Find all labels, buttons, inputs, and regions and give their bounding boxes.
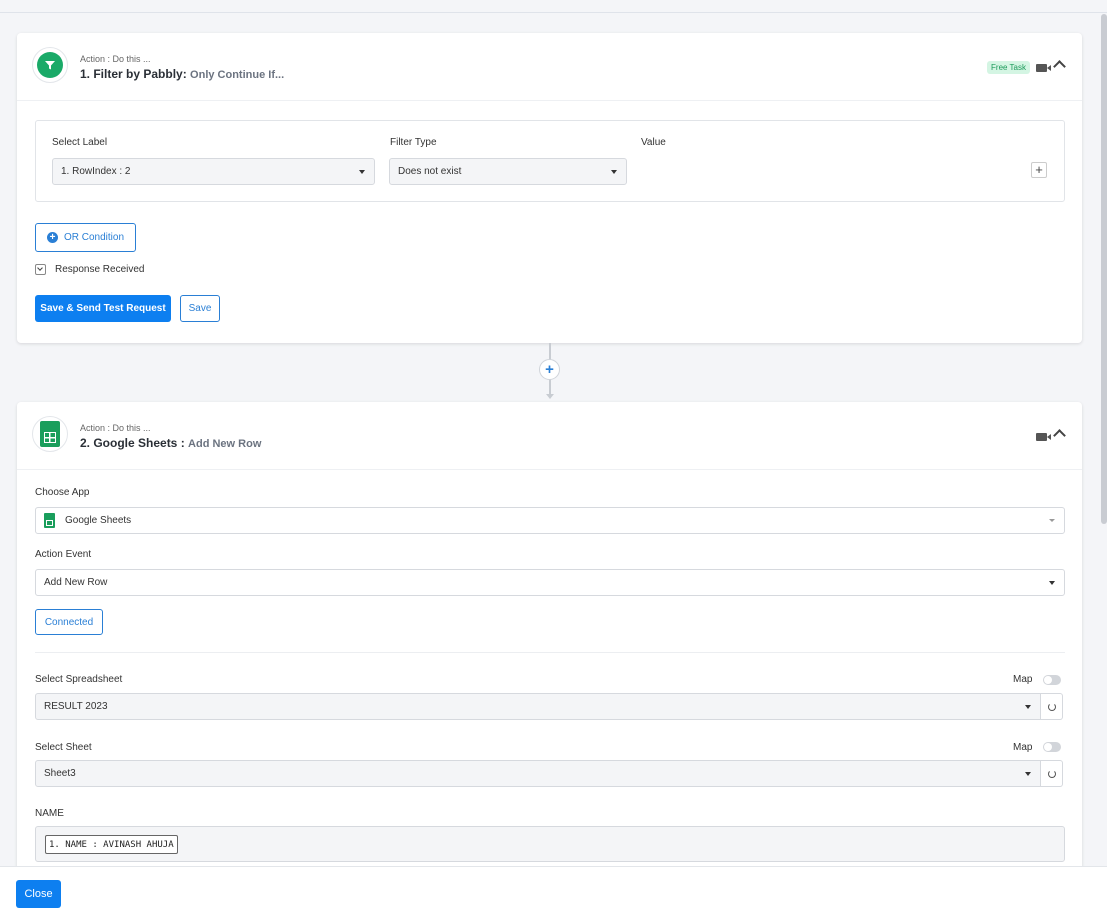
- refresh-sheet-button[interactable]: [1041, 760, 1063, 787]
- select-label-value: 1. RowIndex : 2: [61, 166, 131, 177]
- filter-app-icon: [32, 47, 68, 83]
- name-field-label: NAME: [35, 808, 64, 819]
- sheet-dropdown[interactable]: Sheet3: [35, 760, 1041, 787]
- choose-app-label: Choose App: [35, 487, 90, 498]
- name-input[interactable]: 1. NAME : AVINASH AHUJA: [35, 826, 1065, 862]
- refresh-icon: [1047, 769, 1056, 778]
- choose-app-dropdown[interactable]: Google Sheets: [35, 507, 1065, 534]
- response-received-label: Response Received: [55, 264, 145, 275]
- action-event-label: Action Event: [35, 549, 92, 560]
- google-sheets-icon: [40, 421, 60, 447]
- filter-step-card: Action : Do this ... 1. Filter by Pabbly…: [17, 33, 1082, 343]
- caret-down-icon: [611, 170, 617, 174]
- connector-arrow-icon: [546, 394, 554, 399]
- value-label: Value: [641, 137, 666, 148]
- filter-icon: [37, 52, 63, 78]
- response-received-row[interactable]: Response Received: [35, 264, 145, 275]
- google-sheets-icon: [44, 513, 55, 528]
- add-step-button[interactable]: +: [539, 359, 560, 380]
- step-description: Only Continue If...: [190, 69, 285, 81]
- caret-down-icon: [359, 170, 365, 174]
- sheet-map-toggle[interactable]: [1043, 742, 1061, 752]
- top-divider: [0, 12, 1107, 13]
- step-title: 1. Filter by Pabbly: Only Continue If...: [80, 67, 284, 81]
- filter-type-dropdown[interactable]: Does not exist: [389, 158, 627, 185]
- caret-down-icon: [1025, 772, 1031, 776]
- caret-down-icon: [1025, 705, 1031, 709]
- spreadsheet-value: RESULT 2023: [44, 701, 108, 712]
- filter-type-label: Filter Type: [390, 137, 437, 148]
- chevron-up-icon[interactable]: [1053, 60, 1066, 73]
- section-divider: [35, 652, 1065, 653]
- plus-circle-icon: +: [47, 232, 58, 243]
- map-label: Map: [1013, 742, 1033, 753]
- spreadsheet-dropdown[interactable]: RESULT 2023: [35, 693, 1041, 720]
- step-title-text: 1. Filter by Pabbly:: [80, 67, 187, 81]
- step-title-text: 2. Google Sheets :: [80, 436, 185, 450]
- select-sheet-label: Select Sheet: [35, 742, 92, 753]
- caret-down-icon: [1049, 519, 1055, 522]
- connected-button[interactable]: Connected: [35, 609, 103, 635]
- filter-condition-box: Select Label Filter Type Value 1. RowInd…: [35, 120, 1065, 202]
- free-task-badge: Free Task: [987, 61, 1030, 74]
- footer-bar: Close: [0, 866, 1107, 920]
- video-icon[interactable]: [1036, 64, 1051, 72]
- choose-app-value: Google Sheets: [65, 515, 132, 526]
- or-condition-button[interactable]: + OR Condition: [35, 223, 136, 252]
- caret-down-icon: [1049, 581, 1055, 585]
- map-label: Map: [1013, 674, 1033, 685]
- step-title: 2. Google Sheets : Add New Row: [80, 436, 261, 450]
- spreadsheet-map-toggle[interactable]: [1043, 675, 1061, 685]
- select-label-label: Select Label: [52, 137, 108, 148]
- action-event-value: Add New Row: [44, 577, 108, 588]
- google-sheets-step-card: Action : Do this ... 2. Google Sheets : …: [17, 402, 1082, 872]
- action-event-dropdown[interactable]: Add New Row: [35, 569, 1065, 596]
- step-subtitle: Action : Do this ...: [80, 54, 151, 64]
- select-spreadsheet-label: Select Spreadsheet: [35, 674, 123, 685]
- refresh-icon: [1047, 702, 1056, 711]
- step-description: Add New Row: [188, 438, 262, 450]
- select-label-dropdown[interactable]: 1. RowIndex : 2: [52, 158, 375, 185]
- or-condition-label: OR Condition: [64, 232, 125, 243]
- google-sheets-app-icon: [32, 416, 68, 452]
- step-subtitle: Action : Do this ...: [80, 423, 151, 433]
- google-sheets-step-header[interactable]: Action : Do this ... 2. Google Sheets : …: [17, 402, 1082, 470]
- response-received-checkbox[interactable]: [35, 264, 46, 275]
- filter-type-value: Does not exist: [398, 166, 462, 177]
- name-mapped-chip[interactable]: 1. NAME : AVINASH AHUJA: [45, 835, 178, 854]
- page-scrollbar[interactable]: [1101, 14, 1107, 524]
- close-button[interactable]: Close: [16, 880, 61, 908]
- refresh-spreadsheet-button[interactable]: [1041, 693, 1063, 720]
- sheet-value: Sheet3: [44, 768, 76, 779]
- chevron-up-icon[interactable]: [1053, 429, 1066, 442]
- video-icon[interactable]: [1036, 433, 1051, 441]
- add-condition-button[interactable]: +: [1031, 162, 1047, 178]
- save-button[interactable]: Save: [180, 295, 220, 322]
- save-send-test-button[interactable]: Save & Send Test Request: [35, 295, 171, 322]
- filter-step-header[interactable]: Action : Do this ... 1. Filter by Pabbly…: [17, 33, 1082, 101]
